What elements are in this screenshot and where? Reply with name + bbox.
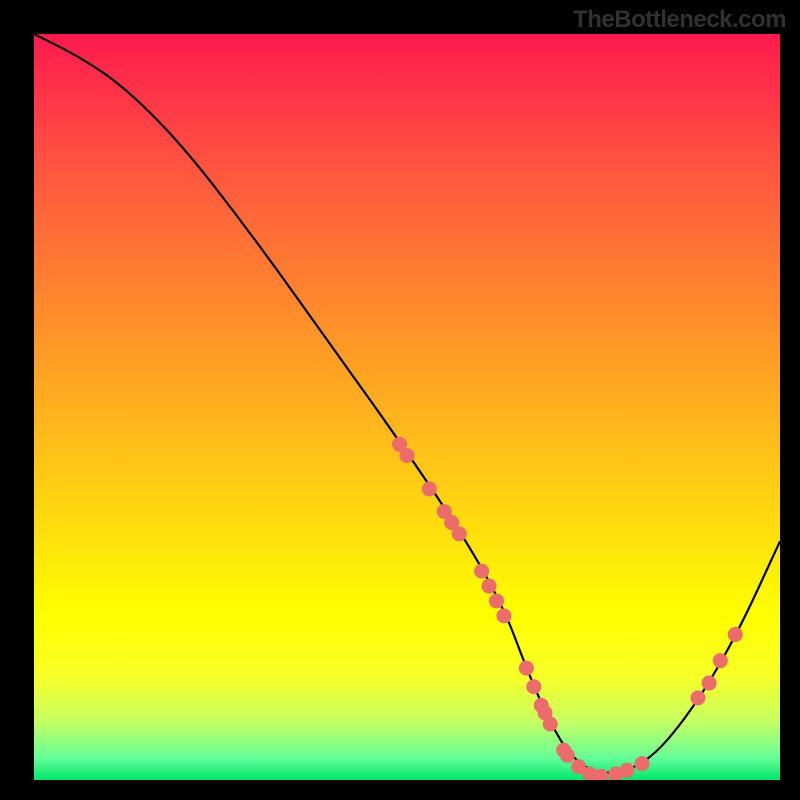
data-point: [400, 448, 415, 463]
data-point: [728, 627, 743, 642]
data-point: [422, 482, 437, 497]
data-point: [452, 526, 467, 541]
data-point: [519, 661, 534, 676]
watermark-text: TheBottleneck.com: [573, 6, 786, 34]
data-point: [526, 679, 541, 694]
data-point: [543, 717, 558, 732]
data-point: [560, 748, 575, 763]
chart-svg: [34, 34, 780, 780]
data-point: [702, 676, 717, 691]
scatter-points: [392, 437, 743, 780]
data-point: [713, 653, 728, 668]
bottleneck-curve: [34, 34, 780, 773]
data-point: [474, 564, 489, 579]
data-point: [690, 690, 705, 705]
data-point: [634, 756, 649, 771]
data-point: [482, 579, 497, 594]
data-point: [496, 608, 511, 623]
data-point: [489, 593, 504, 608]
data-point: [620, 763, 635, 778]
